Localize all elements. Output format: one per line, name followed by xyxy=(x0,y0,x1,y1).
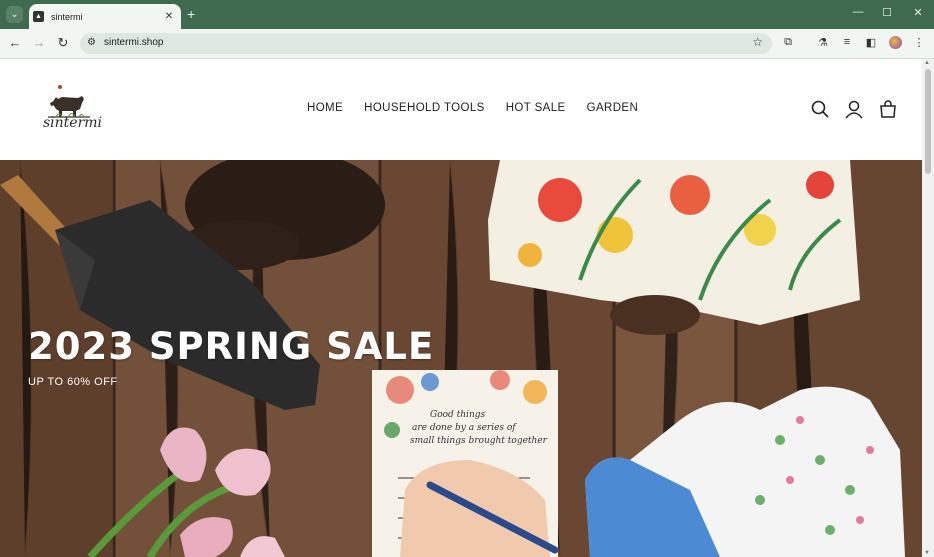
url-text[interactable]: sintermi.shop xyxy=(104,37,163,48)
maximize-icon[interactable]: ☐ xyxy=(879,6,895,19)
logo-text[interactable]: sintermi xyxy=(43,115,102,131)
browser-tab[interactable]: ▲ sintermi ✕ xyxy=(29,4,181,29)
scroll-down-icon[interactable]: ▼ xyxy=(924,550,930,556)
hero-subtitle: UP TO 60% OFF xyxy=(28,376,118,388)
cart-icon[interactable] xyxy=(878,99,898,119)
nav-home[interactable]: HOME xyxy=(307,102,343,114)
more-menu-icon[interactable]: ⋮ xyxy=(912,36,926,49)
tab-title: sintermi xyxy=(51,11,83,22)
hero-banner[interactable]: Good things are done by a series of smal… xyxy=(0,160,922,557)
extensions-icon[interactable]: ⧉ xyxy=(781,36,795,49)
browser-tab-bar: ⌄ ▲ sintermi ✕ + — ☐ ✕ xyxy=(0,0,934,29)
hero-title: 2023 SPRING SALE xyxy=(28,325,435,368)
site-info-icon[interactable]: ⚙ xyxy=(87,37,96,48)
reload-icon[interactable]: ↻ xyxy=(55,35,71,51)
web-page: sintermi HOME HOUSEHOLD TOOLS HOT SALE G… xyxy=(0,59,922,557)
search-icon[interactable] xyxy=(810,99,830,119)
site-favicon-icon: ▲ xyxy=(33,11,44,22)
notepad-line-2: are done by a series of xyxy=(412,423,517,433)
bookmark-star-icon[interactable]: ☆ xyxy=(752,35,763,49)
minimize-icon[interactable]: — xyxy=(850,6,866,18)
page-scrollbar[interactable]: ▲ ▼ xyxy=(922,59,934,557)
scrollbar-thumb[interactable] xyxy=(925,69,931,174)
forward-arrow-icon[interactable]: → xyxy=(31,35,47,50)
close-window-icon[interactable]: ✕ xyxy=(910,6,926,19)
plus-icon[interactable]: + xyxy=(187,7,195,21)
account-icon[interactable] xyxy=(844,99,864,119)
notepad-line-1: Good things xyxy=(430,410,485,420)
back-arrow-icon[interactable]: ← xyxy=(7,35,23,50)
media-queue-icon[interactable]: ≡ xyxy=(840,36,854,48)
side-panel-icon[interactable]: ◧ xyxy=(864,36,878,49)
browser-toolbar: ← → ↻ ⚙ sintermi.shop ☆ ⧉ ⚗ ≡ ◧ ⋮ xyxy=(0,29,934,59)
main-navigation: HOME HOUSEHOLD TOOLS HOT SALE GARDEN xyxy=(307,102,638,114)
notepad-line-3: small things brought together xyxy=(410,436,548,446)
close-tab-icon[interactable]: ✕ xyxy=(162,11,176,22)
scroll-up-icon[interactable]: ▲ xyxy=(924,60,930,66)
tab-search-icon[interactable]: ⌄ xyxy=(6,6,23,23)
nav-household-tools[interactable]: HOUSEHOLD TOOLS xyxy=(364,102,485,114)
nav-hot-sale[interactable]: HOT SALE xyxy=(506,102,566,114)
nav-garden[interactable]: GARDEN xyxy=(587,102,639,114)
profile-avatar[interactable] xyxy=(889,36,902,49)
labs-flask-icon[interactable]: ⚗ xyxy=(816,36,830,49)
address-bar[interactable]: ⚙ sintermi.shop ☆ xyxy=(80,33,772,54)
site-header: sintermi HOME HOUSEHOLD TOOLS HOT SALE G… xyxy=(0,59,922,160)
